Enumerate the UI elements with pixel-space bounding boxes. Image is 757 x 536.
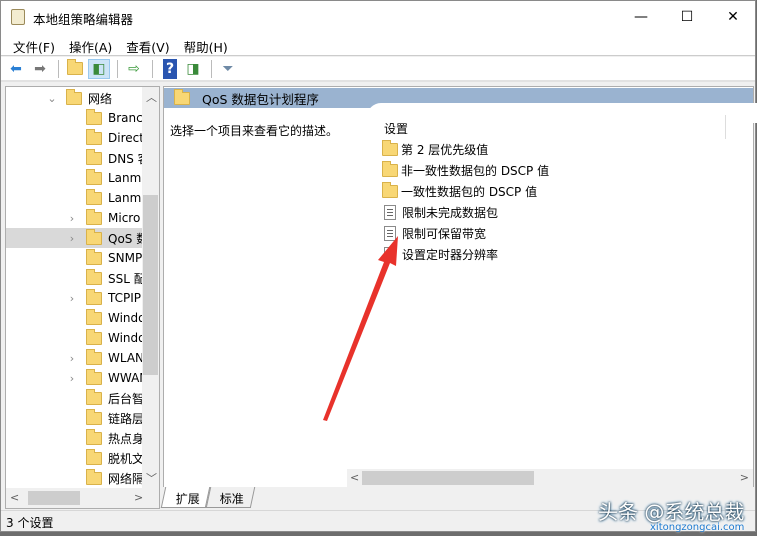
watermark: 头条 @系统总裁 xitongzongcai.com (598, 500, 745, 533)
red-arrow-annotation (323, 236, 398, 421)
